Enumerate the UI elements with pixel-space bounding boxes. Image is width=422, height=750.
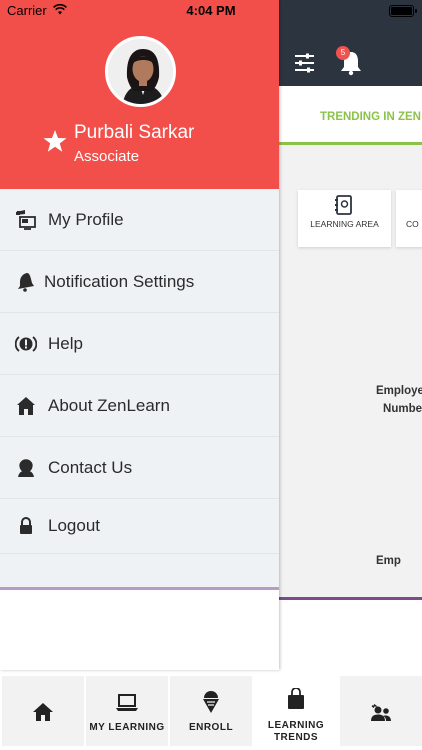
side-drawer: Purbali Sarkar Associate My Profile Noti… <box>0 0 279 670</box>
laptop-icon <box>116 694 138 711</box>
menu-item-my-profile[interactable]: My Profile <box>0 189 279 251</box>
help-icon <box>15 333 37 355</box>
second-category-card[interactable]: CO <box>396 190 422 247</box>
shopping-bag-icon <box>288 688 304 709</box>
tab-label-my-learning: MY LEARNING <box>89 722 165 733</box>
drawer-footer <box>0 587 279 670</box>
tab-enroll[interactable]: ENROLL <box>170 676 252 746</box>
tab-my-learning[interactable]: MY LEARNING <box>86 676 168 746</box>
learning-area-label: LEARNING AREA <box>310 219 379 229</box>
divider <box>279 597 422 600</box>
bottom-tab-bar: MY LEARNING ENROLL LEARNING TRENDS <box>0 674 422 750</box>
home-icon <box>33 703 53 721</box>
address-book-icon <box>335 195 352 215</box>
menu-label-about: About ZenLearn <box>48 395 170 415</box>
bell-icon <box>15 271 37 293</box>
users-icon <box>371 704 391 721</box>
profile-photo <box>108 39 173 104</box>
tab-label-enroll: ENROLL <box>188 722 234 733</box>
menu-item-contact[interactable]: Contact Us <box>0 437 279 499</box>
drawer-header: Purbali Sarkar Associate <box>0 0 279 189</box>
user-role: Associate <box>74 148 140 165</box>
employee-label-2: Emp <box>376 555 401 567</box>
avatar[interactable] <box>105 36 176 107</box>
user-name: Purbali Sarkar <box>74 122 195 143</box>
menu-label-logout: Logout <box>48 516 100 535</box>
lock-icon <box>15 515 37 537</box>
notification-count-badge: 5 <box>336 46 350 60</box>
menu-item-help[interactable]: Help <box>0 313 279 375</box>
profile-monitor-icon <box>15 209 37 231</box>
ice-cream-icon <box>203 691 219 713</box>
home-icon <box>15 395 37 417</box>
tab-community[interactable] <box>340 676 422 746</box>
drawer-menu: My Profile Notification Settings Help Ab… <box>0 189 279 554</box>
status-bar: Carrier 4:04 PM <box>0 0 422 21</box>
tab-home[interactable] <box>2 676 84 746</box>
menu-label-notification-settings: Notification Settings <box>44 271 195 291</box>
menu-item-logout[interactable]: Logout <box>0 499 279 554</box>
menu-label-help: Help <box>48 333 83 353</box>
learning-area-card[interactable]: LEARNING AREA <box>298 190 391 247</box>
star-icon <box>43 130 67 152</box>
menu-item-about[interactable]: About ZenLearn <box>0 375 279 437</box>
tab-label-learning-trends: LEARNING TRENDS <box>267 720 325 743</box>
filter-icon[interactable] <box>294 52 315 73</box>
menu-label-my-profile: My Profile <box>48 209 124 229</box>
app-screen: Carrier 4:04 PM 5 TRENDING IN ZEN LEARNI… <box>0 0 422 750</box>
menu-label-contact: Contact Us <box>48 457 133 477</box>
contact-icon <box>15 457 37 479</box>
menu-item-notification-settings[interactable]: Notification Settings <box>0 251 279 313</box>
battery-icon <box>389 5 417 17</box>
drawer-divider <box>0 587 279 590</box>
employee-count-label: Employe Numbe <box>376 385 422 415</box>
tab-learning-trends[interactable]: LEARNING TRENDS <box>254 676 338 746</box>
tab-trending[interactable]: TRENDING IN ZEN <box>320 111 421 123</box>
clock: 4:04 PM <box>186 3 236 18</box>
second-category-label: CO <box>406 219 419 229</box>
